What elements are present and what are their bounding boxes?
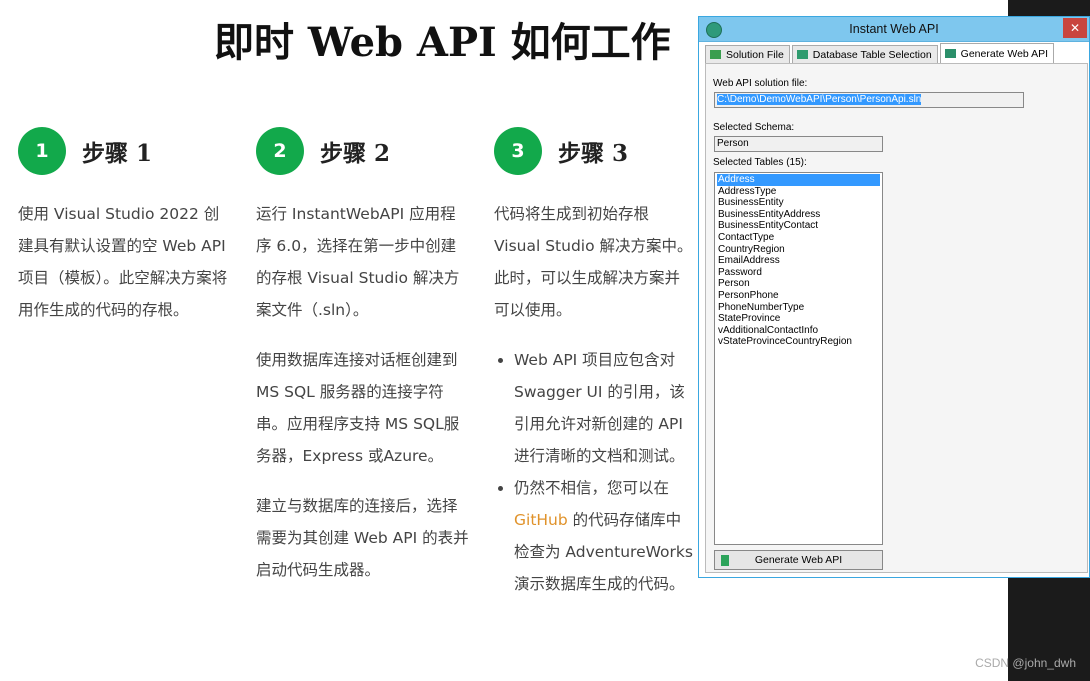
step-2-badge: 2 [256, 127, 304, 175]
database-icon [796, 50, 808, 59]
window-titlebar[interactable]: Instant Web API ✕ [699, 17, 1089, 42]
step-2-text-2: 使用数据库连接对话框创建到 MS SQL 服务器的连接字符串。应用程序支持 MS… [256, 351, 460, 465]
tables-listbox[interactable]: Address AddressType BusinessEntity Busin… [714, 172, 883, 545]
list-item[interactable]: CountryRegion [717, 244, 880, 256]
schema-label: Selected Schema: [713, 122, 795, 133]
schema-field[interactable]: Person [714, 136, 883, 152]
tab-database-label: Database Table Selection [812, 48, 932, 61]
step-2-text-1: 运行 InstantWebAPI 应用程序 6.0，选择在第一步中创建的存根 V… [256, 205, 460, 319]
step-3-bullet-1: Web API 项目应包含对 Swagger UI 的引用，该引用允许对新创建的… [514, 344, 694, 472]
tab-bar: Solution File Database Table Selection G… [705, 43, 1056, 63]
github-link[interactable]: GitHub [514, 511, 568, 529]
tab-solution-file[interactable]: Solution File [705, 45, 790, 63]
step-1-title: 步骤 1 [82, 140, 153, 167]
list-item[interactable]: PhoneNumberType [717, 302, 880, 314]
generate-icon [944, 49, 956, 58]
window-title: Instant Web API [849, 22, 939, 36]
step-1-header: 1 步骤 1 [18, 126, 233, 176]
list-item[interactable]: StateProvince [717, 313, 880, 325]
tables-label: Selected Tables (15): [713, 157, 807, 168]
step-3-header: 3 步骤 3 [494, 126, 694, 176]
list-item[interactable]: Person [717, 278, 880, 290]
list-item[interactable]: AddressType [717, 186, 880, 198]
solution-file-field[interactable]: C:\Demo\DemoWebAPI\Person\PersonApi.sln [714, 92, 1024, 108]
step-3-title: 步骤 3 [558, 140, 629, 167]
step-2-header: 2 步骤 2 [256, 126, 471, 176]
page-title: 即时 Web API 如何工作 [214, 19, 671, 66]
list-item[interactable]: BusinessEntityContact [717, 220, 880, 232]
watermark: CSDN @john_dwh [975, 656, 1076, 670]
step-1-text: 使用 Visual Studio 2022 创建具有默认设置的空 Web API… [18, 205, 228, 319]
generate-panel: Web API solution file: C:\Demo\DemoWebAP… [705, 63, 1088, 573]
instant-web-api-window: Instant Web API ✕ Solution File Database… [698, 16, 1090, 578]
generate-web-api-button[interactable]: Generate Web API [714, 550, 883, 570]
step-2-title: 步骤 2 [320, 140, 391, 167]
list-item[interactable]: BusinessEntityAddress [717, 209, 880, 221]
list-item[interactable]: Password [717, 267, 880, 279]
tab-generate-label: Generate Web API [960, 47, 1049, 60]
tab-solution-file-label: Solution File [726, 48, 784, 61]
solution-file-value: C:\Demo\DemoWebAPI\Person\PersonApi.sln [717, 94, 922, 105]
step-3-text: 代码将生成到初始存根 Visual Studio 解决方案中。此时，可以生成解决… [494, 205, 693, 319]
app-gear-icon [706, 22, 722, 38]
step-3-bullets: Web API 项目应包含对 Swagger UI 的引用，该引用允许对新创建的… [494, 344, 694, 600]
tab-generate-web-api[interactable]: Generate Web API [939, 43, 1055, 63]
tab-database-table-selection[interactable]: Database Table Selection [791, 45, 938, 63]
document-icon [721, 555, 729, 566]
list-item[interactable]: Address [717, 174, 880, 186]
close-icon[interactable]: ✕ [1063, 18, 1087, 38]
step-1-badge: 1 [18, 127, 66, 175]
bullet-2-text-before: 仍然不相信，您可以在 [514, 479, 670, 497]
file-icon [710, 50, 721, 59]
step-3: 3 步骤 3 代码将生成到初始存根 Visual Studio 解决方案中。此时… [494, 126, 694, 600]
step-2: 2 步骤 2 运行 InstantWebAPI 应用程序 6.0，选择在第一步中… [256, 126, 471, 586]
list-item[interactable]: EmailAddress [717, 255, 880, 267]
list-item[interactable]: vAdditionalContactInfo [717, 325, 880, 337]
step-3-bullet-2: 仍然不相信，您可以在 GitHub 的代码存储库中检查为 AdventureWo… [514, 472, 694, 600]
step-1: 1 步骤 1 使用 Visual Studio 2022 创建具有默认设置的空 … [18, 126, 233, 326]
step-3-badge: 3 [494, 127, 542, 175]
generate-button-label: Generate Web API [754, 554, 843, 566]
list-item[interactable]: BusinessEntity [717, 197, 880, 209]
list-item[interactable]: ContactType [717, 232, 880, 244]
step-2-text-3: 建立与数据库的连接后，选择需要为其创建 Web API 的表并启动代码生成器。 [256, 497, 469, 579]
list-item[interactable]: vStateProvinceCountryRegion [717, 336, 880, 348]
list-item[interactable]: PersonPhone [717, 290, 880, 302]
solution-file-label: Web API solution file: [713, 78, 808, 89]
